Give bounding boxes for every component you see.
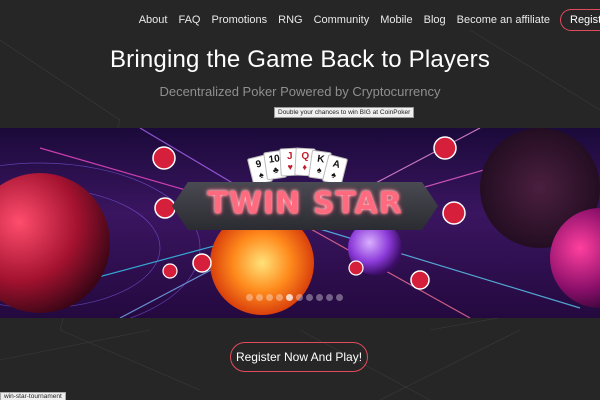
carousel-dot[interactable]	[296, 294, 303, 301]
hero-subtitle: Decentralized Poker Powered by Cryptocur…	[159, 84, 441, 99]
carousel-dot[interactable]	[276, 294, 283, 301]
nav-community[interactable]: Community	[314, 14, 370, 26]
carousel-dot[interactable]	[306, 294, 313, 301]
carousel-dot[interactable]	[266, 294, 273, 301]
promo-banner-twin-star[interactable]: 9 ♠ 10 ♣ J ♥ Q ♦ K ♠ A ♠ TWIN STAR	[0, 128, 600, 318]
carousel-dots	[246, 294, 343, 301]
carousel-dot[interactable]	[316, 294, 323, 301]
nav-rng[interactable]: RNG	[278, 14, 302, 26]
carousel-dot[interactable]	[336, 294, 343, 301]
hero-title: Bringing the Game Back to Players	[109, 46, 491, 73]
carousel-dot[interactable]	[256, 294, 263, 301]
carousel-dot[interactable]	[326, 294, 333, 301]
nav-faq[interactable]: FAQ	[178, 14, 200, 26]
banner-tooltip: Double your chances to win BIG at CoinPo…	[274, 107, 415, 118]
register-nav-button[interactable]: Register	[560, 9, 600, 31]
register-now-button[interactable]: Register Now And Play!	[230, 342, 368, 372]
status-bar-url: win-star-tournament	[0, 392, 66, 400]
top-nav: About FAQ Promotions RNG Community Mobil…	[128, 8, 600, 32]
nav-affiliate[interactable]: Become an affiliate	[457, 14, 550, 26]
nav-about[interactable]: About	[139, 14, 168, 26]
carousel-dot[interactable]	[286, 294, 293, 301]
carousel-dot[interactable]	[246, 294, 253, 301]
nav-promotions[interactable]: Promotions	[211, 14, 267, 26]
twin-star-logo: TWIN STAR	[207, 186, 403, 221]
nav-blog[interactable]: Blog	[424, 14, 446, 26]
nav-mobile[interactable]: Mobile	[380, 14, 412, 26]
